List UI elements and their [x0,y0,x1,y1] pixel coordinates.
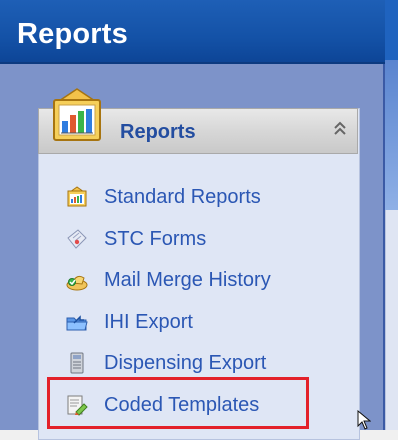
panel-header-label: Reports [120,121,196,143]
sidebar-item-label: STC Forms [104,227,207,250]
reports-easel-icon [49,87,105,145]
standard-reports-icon [66,186,88,208]
dispensing-export-icon [66,352,88,374]
sidebar-item-dispensing-export[interactable]: Dispensing Export [58,346,358,380]
sidebar-item-ihi-export[interactable]: IHI Export [58,305,358,339]
ihi-export-icon [66,311,88,333]
sidebar-item-label: IHI Export [104,310,193,333]
title-bar: Reports [0,0,385,64]
sidebar-item-label: Standard Reports [104,185,261,208]
mail-merge-icon [66,269,88,291]
highlight-box [47,377,309,429]
sidebar-item-mail-merge-history[interactable]: Mail Merge History [58,263,358,297]
sidebar-item-stc-forms[interactable]: STC Forms [58,222,358,256]
window-title: Reports [17,18,128,50]
stc-forms-icon [66,228,88,250]
mouse-cursor-icon [357,409,372,430]
sidebar-item-standard-reports[interactable]: Standard Reports [58,180,358,214]
right-strip [385,0,398,430]
collapse-chevrons-icon[interactable] [329,119,351,141]
reports-window: Reports Reports Standard Reports STC For… [0,0,385,440]
sidebar-item-label: Dispensing Export [104,351,267,374]
sidebar-item-label: Mail Merge History [104,268,271,291]
